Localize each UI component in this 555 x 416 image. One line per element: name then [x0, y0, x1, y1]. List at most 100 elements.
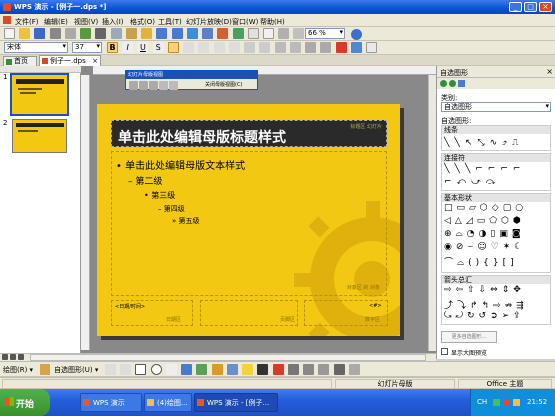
more-autoshapes-button[interactable]: 更多自选图形... [441, 331, 497, 343]
thumb-slide-2[interactable] [12, 119, 67, 153]
tray-icon-1[interactable] [493, 399, 500, 406]
rename-master-icon[interactable] [159, 81, 168, 90]
oval-tool-icon[interactable] [150, 364, 162, 375]
increase-font-icon[interactable] [274, 42, 286, 53]
align-right-icon[interactable] [213, 42, 225, 53]
category-select[interactable]: 自选图形 [441, 102, 551, 112]
font-size-select[interactable]: 37 [72, 42, 102, 53]
large-preview-checkbox[interactable] [441, 348, 448, 355]
task-button-3[interactable]: WPS 演示 - [例子... [194, 393, 278, 412]
slide-canvas[interactable]: 标题区 幻灯片 单击此处编辑母版标题样式 • 单击此处编辑母版文本样式 – 第二… [97, 104, 400, 336]
forward-icon[interactable] [449, 80, 456, 87]
copy-icon[interactable] [110, 28, 122, 39]
save-icon[interactable] [34, 28, 46, 39]
menu-tools[interactable]: 工具(T) [158, 17, 182, 27]
font-color-draw-icon[interactable] [272, 364, 284, 375]
wordart-icon[interactable] [181, 364, 193, 375]
menu-file[interactable]: 文件(F) [15, 17, 39, 27]
align-center-icon[interactable] [198, 42, 210, 53]
menu-view[interactable]: 视图(V) [74, 17, 98, 27]
maximize-button[interactable]: □ [524, 2, 537, 12]
highlight-icon[interactable] [167, 42, 179, 53]
thumb-slide-1[interactable] [10, 73, 69, 116]
cut-icon[interactable] [95, 28, 107, 39]
shadow-icon[interactable]: S [152, 42, 164, 53]
body-placeholder[interactable]: • 单击此处编辑母版文本样式 – 第二级 • 第三级 – 第四级 » 第五级 对… [111, 151, 387, 296]
table-icon[interactable] [202, 28, 214, 39]
underline-icon[interactable]: U [137, 42, 149, 53]
hyperlink-icon[interactable] [186, 28, 198, 39]
tab-document[interactable]: 例子一.dps × [39, 55, 101, 66]
undo-icon[interactable] [156, 28, 168, 39]
master-layout-icon[interactable] [169, 81, 178, 90]
back-icon[interactable] [440, 80, 447, 87]
menu-insert[interactable]: 插入(I) [102, 17, 124, 27]
tab-home[interactable]: 首页 [3, 56, 37, 66]
font-name-select[interactable]: 宋体 [4, 42, 68, 53]
line-style-icon[interactable] [287, 364, 299, 375]
help-icon[interactable] [351, 29, 362, 40]
tray-icon-2[interactable] [503, 399, 510, 406]
format-painter-icon[interactable] [141, 28, 153, 39]
shadow-style-icon[interactable] [333, 364, 345, 375]
textbox-icon[interactable] [247, 28, 259, 39]
slideshow-view-icon[interactable] [18, 354, 24, 360]
insert-picture-icon[interactable] [226, 364, 238, 375]
clipart-icon[interactable] [211, 364, 223, 375]
diagram-icon[interactable] [196, 364, 208, 375]
tab-close-icon[interactable]: × [92, 56, 98, 66]
home-pane-icon[interactable] [458, 80, 465, 87]
delete-master-icon[interactable] [149, 81, 158, 90]
normal-view-icon[interactable] [2, 354, 8, 360]
3d-style-icon[interactable] [348, 364, 360, 375]
open-icon[interactable] [19, 28, 31, 39]
sorter-view-icon[interactable] [10, 354, 16, 360]
line-tool-icon[interactable] [105, 364, 116, 375]
menu-slideshow[interactable]: 幻灯片放映(D) [186, 17, 232, 27]
vertical-scrollbar[interactable] [428, 75, 436, 351]
footer-placeholder[interactable]: 页脚区 [200, 300, 298, 326]
new-slide-icon[interactable] [262, 28, 274, 39]
fill-color-icon[interactable] [242, 364, 254, 375]
arrow-style-icon[interactable] [318, 364, 330, 375]
italic-icon[interactable]: I [122, 42, 134, 53]
paste-icon[interactable] [125, 28, 137, 39]
decrease-font-icon[interactable] [289, 42, 301, 53]
decrease-indent-icon[interactable] [305, 42, 317, 53]
chart-icon[interactable] [217, 28, 229, 39]
draw-menu-button[interactable]: 绘图(R) ▾ [3, 365, 33, 375]
menu-format[interactable]: 格式(O) [130, 17, 155, 27]
increase-indent-icon[interactable] [320, 42, 332, 53]
menu-window[interactable]: 窗口(W) [232, 17, 258, 27]
date-placeholder[interactable]: <日期/时间> 日期区 [111, 300, 193, 326]
design-icon[interactable] [350, 42, 362, 53]
numbering-icon[interactable] [244, 42, 256, 53]
task-button-1[interactable]: WPS 演示 [80, 393, 142, 412]
number-placeholder[interactable]: <#> 数字区 [304, 300, 388, 326]
menu-help[interactable]: 帮助(H) [260, 17, 285, 27]
insert-title-master-icon[interactable] [139, 81, 148, 90]
bold-icon[interactable]: B [107, 42, 118, 53]
print-icon[interactable] [49, 28, 61, 39]
grid-icon[interactable] [293, 28, 305, 39]
dash-style-icon[interactable] [303, 364, 315, 375]
spellcheck-icon[interactable] [80, 28, 92, 39]
align-left-icon[interactable] [183, 42, 195, 53]
line-color-icon[interactable] [257, 364, 269, 375]
tray-icon-3[interactable] [513, 399, 520, 406]
expand-icon[interactable] [278, 28, 290, 39]
zoom-select[interactable]: 66 % [305, 28, 345, 39]
language-indicator[interactable]: CH [477, 398, 487, 406]
task-button-2[interactable]: (4)绘图... [144, 393, 192, 412]
textbox-tool-icon[interactable] [165, 364, 177, 375]
insert-master-icon[interactable] [129, 81, 138, 90]
master-view-toolbar[interactable]: 幻灯片母版视图 关闭母版视图(C) [125, 70, 258, 90]
font-color-icon[interactable] [335, 42, 347, 53]
task-pane-close-icon[interactable]: × [546, 67, 553, 76]
autoshapes-menu-button[interactable]: 自选图形(U) ▾ [54, 365, 98, 375]
arrow-tool-icon[interactable] [120, 364, 132, 375]
minimize-button[interactable]: _ [509, 2, 522, 12]
menu-edit[interactable]: 编辑(E) [44, 17, 68, 27]
new-icon[interactable] [4, 28, 15, 39]
new-slide-format-icon[interactable] [365, 42, 377, 53]
